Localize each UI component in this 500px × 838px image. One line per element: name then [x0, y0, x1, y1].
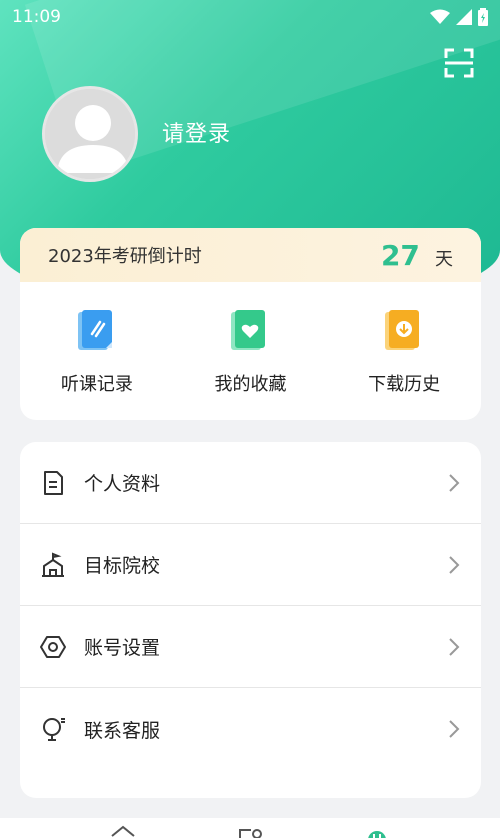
menu-item-customer-service[interactable]: 联系客服: [20, 688, 481, 770]
profile-tab-icon: [367, 831, 386, 838]
wifi-icon: [430, 9, 450, 24]
menu-item-target-school[interactable]: 目标院校: [20, 524, 481, 606]
menu-item-label: 目标院校: [84, 555, 161, 577]
quick-action-download-history[interactable]: 下载历史: [339, 308, 469, 396]
profile-document-icon: [44, 470, 63, 495]
course-icon: [238, 829, 262, 838]
quick-actions: 听课记录 我的收藏 下载历史: [20, 282, 481, 396]
chevron-right-icon: [449, 720, 460, 738]
menu-item-label: 账号设置: [84, 637, 161, 659]
quick-action-label: 听课记录: [60, 374, 133, 395]
favorites-icon: [231, 310, 266, 350]
quick-action-lecture-record[interactable]: 听课记录: [32, 308, 162, 396]
countdown-days: 27: [380, 238, 420, 272]
quick-action-label: 下载历史: [368, 374, 441, 395]
download-history-icon: [385, 310, 420, 350]
menu-item-profile[interactable]: 个人资料: [20, 442, 481, 524]
countdown-label: 2023年考研倒计时: [48, 246, 202, 267]
bottom-tab-bar: [0, 818, 500, 838]
login-prompt[interactable]: 请登录: [162, 116, 231, 148]
study-card: 2023年考研倒计时 27 天 听课记录 我的收藏 下载历史: [20, 228, 481, 420]
menu-item-label: 个人资料: [84, 473, 161, 495]
status-icons: [430, 8, 488, 26]
settings-hexagon-icon: [40, 635, 66, 658]
avatar[interactable]: [42, 86, 138, 182]
menu-item-account-settings[interactable]: 账号设置: [20, 606, 481, 688]
countdown-value: 27 天: [381, 239, 453, 272]
countdown-unit: 天: [435, 248, 453, 270]
quick-action-label: 我的收藏: [214, 374, 287, 395]
signal-icon: [456, 9, 472, 25]
scan-icon: [444, 48, 474, 78]
school-icon: [42, 552, 64, 577]
settings-menu: 个人资料 目标院校 账号设置 联系客服: [20, 442, 481, 798]
customer-service-icon: [43, 718, 65, 741]
tab-profile[interactable]: [362, 818, 392, 838]
chevron-right-icon: [449, 637, 460, 656]
lecture-record-icon: [77, 310, 112, 350]
scan-button[interactable]: [444, 48, 474, 78]
chevron-right-icon: [449, 473, 460, 492]
battery-icon: [478, 8, 488, 26]
tab-home[interactable]: [108, 818, 138, 838]
menu-item-label: 联系客服: [84, 719, 161, 742]
chevron-right-icon: [449, 555, 460, 574]
status-bar: 11:09: [0, 0, 500, 34]
status-time: 11:09: [12, 7, 61, 27]
quick-action-favorites[interactable]: 我的收藏: [185, 308, 315, 396]
home-icon: [111, 825, 135, 837]
exam-countdown: 2023年考研倒计时 27 天: [20, 228, 481, 282]
tab-study[interactable]: [235, 818, 265, 838]
